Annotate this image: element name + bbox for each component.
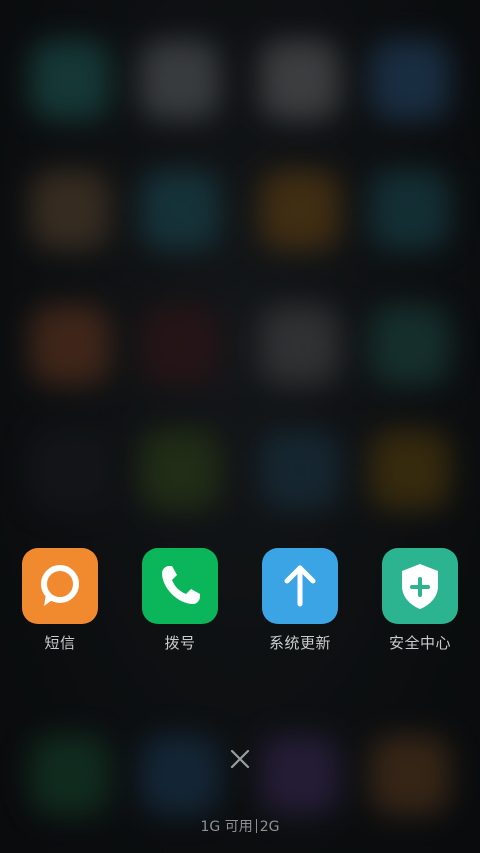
recent-apps-row: 短信 拨号 系统更新 安全中心 bbox=[0, 548, 480, 658]
close-icon bbox=[230, 749, 250, 769]
app-label: 安全中心 bbox=[388, 634, 451, 652]
app-label: 短信 bbox=[44, 634, 76, 652]
app-icon-tile bbox=[22, 548, 98, 624]
app-icon-tile bbox=[142, 548, 218, 624]
dim-overlay bbox=[0, 0, 480, 853]
message-bubble-icon bbox=[41, 565, 79, 606]
memory-available: 1G 可用 bbox=[200, 819, 253, 835]
recent-app-messages[interactable]: 短信 bbox=[0, 548, 120, 658]
recent-tasks-screen: 短信 拨号 系统更新 安全中心 1G 可用 2G bbox=[0, 0, 480, 853]
memory-status: 1G 可用 2G bbox=[0, 816, 480, 836]
arrow-up-icon bbox=[284, 565, 316, 607]
shield-plus-icon bbox=[402, 564, 438, 609]
memory-total: 2G bbox=[259, 819, 280, 835]
recent-app-system-update[interactable]: 系统更新 bbox=[240, 548, 360, 658]
memory-separator bbox=[255, 819, 257, 833]
app-icon-tile bbox=[262, 548, 338, 624]
app-icon-tile bbox=[382, 548, 458, 624]
recent-app-security-center[interactable]: 安全中心 bbox=[360, 548, 480, 658]
recent-app-dialer[interactable]: 拨号 bbox=[120, 548, 240, 658]
phone-handset-icon bbox=[162, 566, 200, 604]
app-label: 拨号 bbox=[164, 634, 196, 652]
app-label: 系统更新 bbox=[268, 634, 331, 652]
clear-all-button[interactable] bbox=[225, 744, 255, 774]
